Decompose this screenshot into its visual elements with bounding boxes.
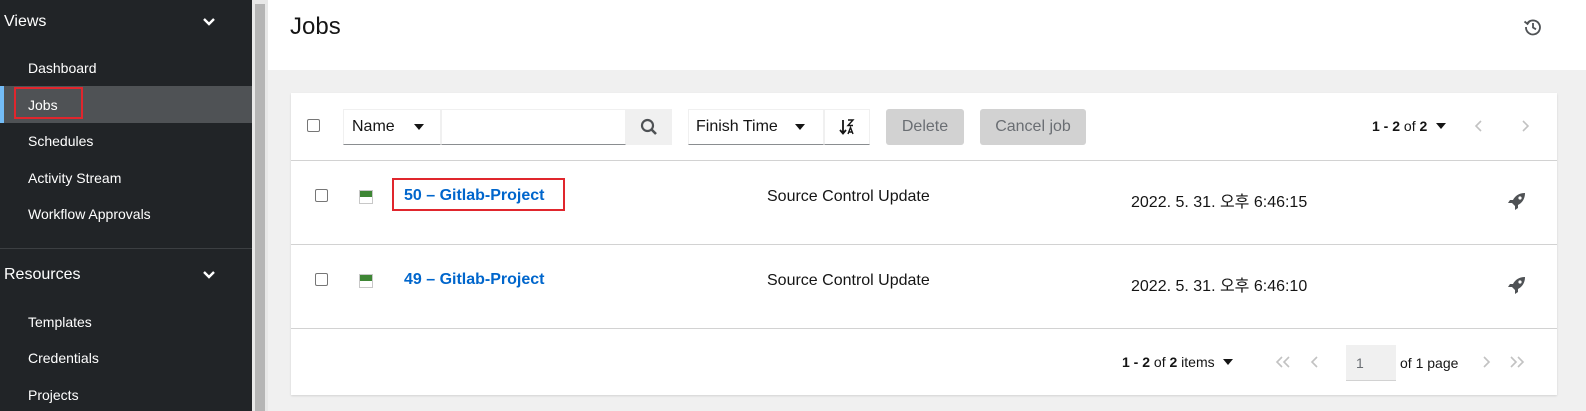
sidebar-item-label: Schedules xyxy=(28,132,94,149)
job-type: Source Control Update xyxy=(767,272,930,289)
status-success-icon xyxy=(359,190,373,204)
rocket-icon[interactable] xyxy=(1507,191,1527,211)
delete-button[interactable]: Delete xyxy=(886,109,964,145)
rocket-icon[interactable] xyxy=(1507,275,1527,295)
sidebar-item-label: Credentials xyxy=(28,349,99,366)
page-number-input[interactable]: 1 xyxy=(1346,345,1396,381)
sidebar-item-dashboard[interactable]: Dashboard xyxy=(0,49,252,86)
caret-down-icon[interactable] xyxy=(1223,359,1233,365)
page-title: Jobs xyxy=(290,13,341,40)
sidebar-item-label: Projects xyxy=(28,386,79,403)
job-name-link[interactable]: 49 – Gitlab-Project xyxy=(404,271,545,289)
page-header: Jobs xyxy=(268,0,1586,70)
job-finish-time: 2022. 5. 31. 오후 6:46:10 xyxy=(1131,278,1308,295)
cancel-job-button[interactable]: Cancel job xyxy=(980,109,1086,145)
sidebar-group-label: Resources xyxy=(4,266,81,283)
sidebar-item-projects[interactable]: Projects xyxy=(0,376,252,411)
sidebar-item-credentials[interactable]: Credentials xyxy=(0,339,252,376)
footer-pagination-toggle[interactable]: 1 - 2 of 2 items xyxy=(1122,354,1215,370)
pagination-toggle[interactable]: 1 - 2 of 2 xyxy=(1372,118,1427,134)
select-all-checkbox[interactable] xyxy=(307,119,320,132)
sidebar-group-views[interactable]: Views xyxy=(0,0,252,44)
sidebar-item-templates[interactable]: Templates xyxy=(0,303,252,340)
highlight-box xyxy=(14,87,83,119)
sidebar: Views Dashboard Jobs Schedules Activity … xyxy=(0,0,252,411)
sidebar-divider xyxy=(0,248,252,249)
filter-key-value: Name xyxy=(352,118,395,135)
sidebar-item-label: Dashboard xyxy=(28,59,97,76)
caret-down-icon[interactable] xyxy=(1436,123,1446,129)
table-row: 50 – Gitlab-Project Source Control Updat… xyxy=(291,161,1557,245)
search-input[interactable] xyxy=(441,109,626,145)
sidebar-item-label: Workflow Approvals xyxy=(28,205,151,222)
sidebar-item-activity-stream[interactable]: Activity Stream xyxy=(0,159,252,196)
sidebar-item-schedules[interactable]: Schedules xyxy=(0,122,252,159)
filter-key-select[interactable]: Name xyxy=(343,109,441,145)
job-finish-time: 2022. 5. 31. 오후 6:46:15 xyxy=(1131,194,1308,211)
row-checkbox[interactable] xyxy=(315,189,328,202)
next-page-icon[interactable] xyxy=(1480,356,1492,368)
sidebar-scrollbar[interactable] xyxy=(252,0,268,411)
footer-of: of xyxy=(1153,354,1166,370)
footer-range: 1 - 2 xyxy=(1122,354,1151,370)
sidebar-item-label: Templates xyxy=(28,313,92,330)
highlight-box xyxy=(392,178,565,211)
page-count-label: of 1 page xyxy=(1400,355,1459,371)
next-page-icon[interactable] xyxy=(1519,120,1531,132)
first-page-icon[interactable] xyxy=(1275,356,1291,368)
sidebar-group-label: Views xyxy=(4,13,47,30)
chevron-down-icon xyxy=(203,271,215,279)
footer-items-label: items xyxy=(1181,354,1215,370)
row-checkbox[interactable] xyxy=(315,273,328,286)
history-icon[interactable] xyxy=(1523,17,1543,37)
pagination-range: 1 - 2 xyxy=(1372,118,1401,134)
jobs-list-card: Name Finish Time Delete Cancel job 1 - 2… xyxy=(291,93,1557,395)
sort-alpha-down-icon xyxy=(839,119,855,135)
pagination-of: of xyxy=(1403,118,1416,134)
search-icon xyxy=(640,118,657,135)
chevron-down-icon xyxy=(203,18,215,26)
caret-down-icon xyxy=(414,124,424,130)
sort-key-value: Finish Time xyxy=(696,118,778,135)
footer-total: 2 xyxy=(1169,354,1178,370)
job-type: Source Control Update xyxy=(767,188,930,205)
last-page-icon[interactable] xyxy=(1509,356,1525,368)
pagination-total: 2 xyxy=(1419,118,1428,134)
previous-page-icon[interactable] xyxy=(1309,356,1321,368)
caret-down-icon xyxy=(795,124,805,130)
sidebar-group-resources[interactable]: Resources xyxy=(0,253,252,297)
table-row: 49 – Gitlab-Project Source Control Updat… xyxy=(291,245,1557,329)
scrollbar-thumb[interactable] xyxy=(255,4,265,411)
status-success-icon xyxy=(359,274,373,288)
sort-direction-button[interactable] xyxy=(824,109,870,145)
previous-page-icon[interactable] xyxy=(1473,120,1485,132)
sidebar-item-label: Activity Stream xyxy=(28,169,122,186)
search-button[interactable] xyxy=(626,109,672,145)
sidebar-item-workflow-approvals[interactable]: Workflow Approvals xyxy=(0,195,252,232)
sort-key-select[interactable]: Finish Time xyxy=(688,109,824,145)
toolbar: Name Finish Time Delete Cancel job 1 - 2… xyxy=(291,93,1557,161)
